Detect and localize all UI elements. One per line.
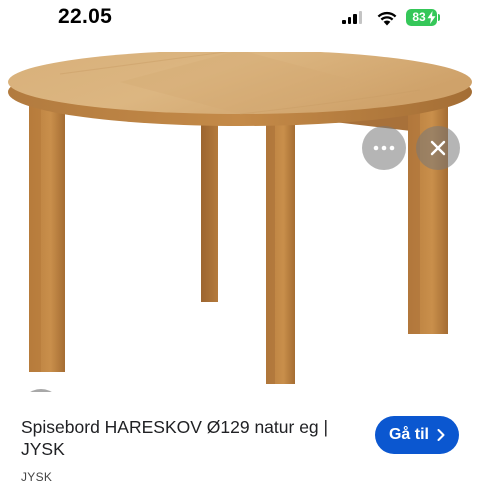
charging-bolt-icon xyxy=(427,11,436,24)
goto-button[interactable]: Gå til xyxy=(375,416,459,454)
source-label: JYSK xyxy=(21,470,53,484)
more-horizontal-icon xyxy=(373,145,395,151)
signal-icon xyxy=(342,11,362,24)
goto-label: Gå til xyxy=(388,426,429,443)
product-image xyxy=(8,52,472,384)
chevron-right-icon xyxy=(437,429,445,441)
close-button[interactable] xyxy=(416,126,460,170)
wifi-icon xyxy=(377,11,397,26)
battery-icon: 83 xyxy=(406,9,437,26)
image-viewer[interactable] xyxy=(0,52,480,392)
close-icon xyxy=(430,140,446,156)
result-info: Spisebord HARESKOV Ø129 natur eg | JYSK … xyxy=(0,392,480,484)
product-title[interactable]: Spisebord HARESKOV Ø129 natur eg | JYSK xyxy=(21,416,351,460)
more-options-button[interactable] xyxy=(362,126,406,170)
battery-cap xyxy=(438,14,440,21)
status-time: 22.05 xyxy=(58,5,113,28)
status-bar: 22.05 83 xyxy=(0,0,480,40)
